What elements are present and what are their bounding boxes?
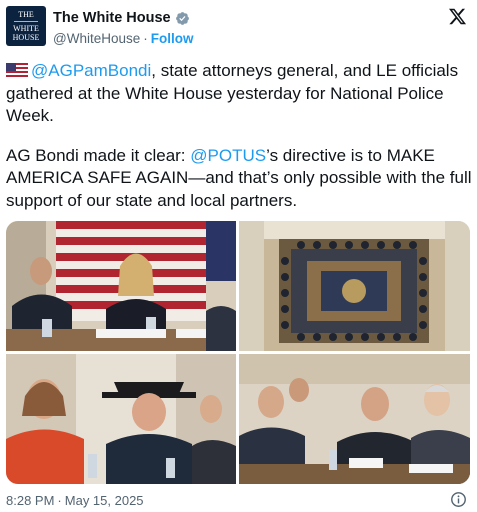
tweet-paragraph-1: @AGPamBondi, state attorneys general, an… bbox=[6, 60, 472, 128]
avatar-text-bottom: HOUSE bbox=[12, 33, 40, 42]
mention-potus[interactable]: @POTUS bbox=[190, 146, 266, 165]
follow-button[interactable]: Follow bbox=[151, 31, 194, 46]
time-separator: · bbox=[57, 493, 62, 508]
photo-3-image bbox=[6, 354, 236, 484]
tweet-text-2-lead: AG Bondi made it clear: bbox=[6, 145, 191, 165]
photo-1[interactable] bbox=[6, 221, 236, 351]
avatar-text-mid: WHITE bbox=[13, 24, 39, 33]
photo-2-image bbox=[239, 221, 470, 351]
photo-1-image bbox=[6, 221, 236, 351]
handle-row: @WhiteHouse · Follow bbox=[53, 31, 194, 47]
verified-badge-icon bbox=[175, 12, 189, 25]
tweet-card: THE WHITE HOUSE The White House @WhiteHo… bbox=[0, 0, 477, 512]
avatar-text-top: THE bbox=[18, 10, 34, 19]
mention-agpambondi[interactable]: @AGPamBondi bbox=[31, 61, 151, 80]
photo-3[interactable] bbox=[6, 354, 236, 484]
photo-4-image bbox=[239, 354, 470, 484]
handle[interactable]: @WhiteHouse bbox=[53, 31, 140, 46]
info-icon[interactable] bbox=[450, 491, 467, 508]
avatar[interactable]: THE WHITE HOUSE bbox=[6, 6, 46, 46]
photo-4[interactable] bbox=[239, 354, 470, 484]
handle-separator: · bbox=[143, 31, 148, 46]
photo-grid bbox=[6, 221, 470, 484]
tweet-time: 8:28 PM bbox=[6, 493, 55, 508]
tweet-text: @AGPamBondi, state attorneys general, an… bbox=[6, 60, 472, 212]
tweet-paragraph-2: AG Bondi made it clear: @POTUS’s directi… bbox=[6, 145, 472, 213]
display-name[interactable]: The White House bbox=[53, 10, 171, 27]
photo-2[interactable] bbox=[239, 221, 470, 351]
avatar-divider bbox=[14, 21, 38, 22]
tweet-date: May 15, 2025 bbox=[64, 493, 144, 508]
name-row: The White House bbox=[53, 10, 190, 27]
us-flag-icon bbox=[6, 63, 28, 77]
tweet-timestamp[interactable]: 8:28 PM · May 15, 2025 bbox=[6, 493, 144, 509]
x-logo-icon[interactable] bbox=[448, 7, 467, 26]
